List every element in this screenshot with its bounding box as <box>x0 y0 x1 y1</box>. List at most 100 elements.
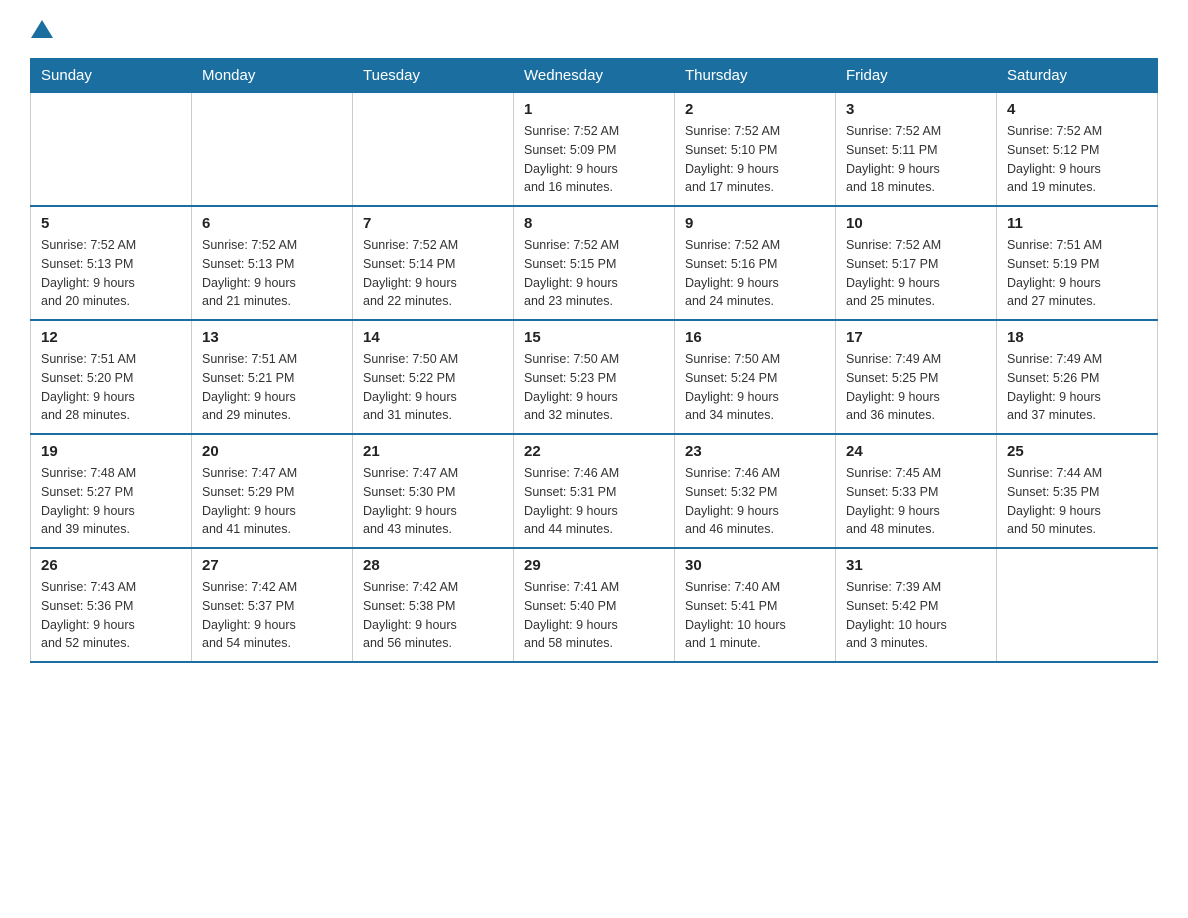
calendar-day-cell: 23 Sunrise: 7:46 AM Sunset: 5:32 PM Dayli… <box>675 434 836 548</box>
calendar-day-cell: 25 Sunrise: 7:44 AM Sunset: 5:35 PM Dayli… <box>997 434 1158 548</box>
day-number: 8 <box>524 215 664 232</box>
day-number: 19 <box>41 443 181 460</box>
day-info: Sunrise: 7:49 AM Sunset: 5:26 PM Dayligh… <box>1007 350 1147 425</box>
calendar-day-header: Tuesday <box>353 59 514 93</box>
day-info: Sunrise: 7:41 AM Sunset: 5:40 PM Dayligh… <box>524 578 664 653</box>
calendar-week-row: 26 Sunrise: 7:43 AM Sunset: 5:36 PM Dayli… <box>31 548 1158 662</box>
calendar-week-row: 1 Sunrise: 7:52 AM Sunset: 5:09 PM Daylig… <box>31 93 1158 207</box>
calendar-day-cell: 26 Sunrise: 7:43 AM Sunset: 5:36 PM Dayli… <box>31 548 192 662</box>
calendar-day-cell <box>31 93 192 207</box>
calendar-day-cell: 29 Sunrise: 7:41 AM Sunset: 5:40 PM Dayli… <box>514 548 675 662</box>
calendar-week-row: 12 Sunrise: 7:51 AM Sunset: 5:20 PM Dayli… <box>31 320 1158 434</box>
calendar-day-cell: 5Sunrise: 7:52 AM Sunset: 5:13 PM Daylig… <box>31 206 192 320</box>
day-number: 1 <box>524 101 664 118</box>
day-number: 14 <box>363 329 503 346</box>
day-info: Sunrise: 7:52 AM Sunset: 5:15 PM Dayligh… <box>524 236 664 311</box>
calendar-day-cell: 12 Sunrise: 7:51 AM Sunset: 5:20 PM Dayli… <box>31 320 192 434</box>
calendar-day-cell: 14 Sunrise: 7:50 AM Sunset: 5:22 PM Dayli… <box>353 320 514 434</box>
calendar-header: SundayMondayTuesdayWednesdayThursdayFrid… <box>31 59 1158 93</box>
calendar-day-cell <box>997 548 1158 662</box>
day-number: 21 <box>363 443 503 460</box>
day-info: Sunrise: 7:52 AM Sunset: 5:16 PM Dayligh… <box>685 236 825 311</box>
day-number: 4 <box>1007 101 1147 118</box>
day-info: Sunrise: 7:39 AM Sunset: 5:42 PM Dayligh… <box>846 578 986 653</box>
logo-triangle-icon <box>31 20 53 38</box>
calendar-day-cell: 30 Sunrise: 7:40 AM Sunset: 5:41 PM Dayli… <box>675 548 836 662</box>
calendar-day-cell: 8 Sunrise: 7:52 AM Sunset: 5:15 PM Daylig… <box>514 206 675 320</box>
calendar-day-cell: 19 Sunrise: 7:48 AM Sunset: 5:27 PM Dayli… <box>31 434 192 548</box>
calendar-day-header: Friday <box>836 59 997 93</box>
calendar-day-cell: 24Sunrise: 7:45 AM Sunset: 5:33 PM Dayli… <box>836 434 997 548</box>
calendar-day-cell: 22 Sunrise: 7:46 AM Sunset: 5:31 PM Dayli… <box>514 434 675 548</box>
day-info: Sunrise: 7:45 AM Sunset: 5:33 PM Dayligh… <box>846 464 986 539</box>
page-header <box>30 20 1158 40</box>
day-number: 23 <box>685 443 825 460</box>
day-number: 25 <box>1007 443 1147 460</box>
day-info: Sunrise: 7:43 AM Sunset: 5:36 PM Dayligh… <box>41 578 181 653</box>
day-number: 29 <box>524 557 664 574</box>
day-number: 22 <box>524 443 664 460</box>
calendar-day-cell: 9 Sunrise: 7:52 AM Sunset: 5:16 PM Daylig… <box>675 206 836 320</box>
calendar-day-cell: 31 Sunrise: 7:39 AM Sunset: 5:42 PM Dayli… <box>836 548 997 662</box>
day-number: 30 <box>685 557 825 574</box>
day-info: Sunrise: 7:50 AM Sunset: 5:22 PM Dayligh… <box>363 350 503 425</box>
day-info: Sunrise: 7:52 AM Sunset: 5:09 PM Dayligh… <box>524 122 664 197</box>
day-number: 26 <box>41 557 181 574</box>
day-number: 2 <box>685 101 825 118</box>
day-info: Sunrise: 7:52 AM Sunset: 5:14 PM Dayligh… <box>363 236 503 311</box>
calendar-day-cell: 18 Sunrise: 7:49 AM Sunset: 5:26 PM Dayli… <box>997 320 1158 434</box>
day-number: 9 <box>685 215 825 232</box>
day-number: 12 <box>41 329 181 346</box>
day-info: Sunrise: 7:52 AM Sunset: 5:11 PM Dayligh… <box>846 122 986 197</box>
day-info: Sunrise: 7:49 AM Sunset: 5:25 PM Dayligh… <box>846 350 986 425</box>
day-info: Sunrise: 7:46 AM Sunset: 5:31 PM Dayligh… <box>524 464 664 539</box>
calendar-day-cell: 10Sunrise: 7:52 AM Sunset: 5:17 PM Dayli… <box>836 206 997 320</box>
day-info: Sunrise: 7:51 AM Sunset: 5:19 PM Dayligh… <box>1007 236 1147 311</box>
day-info: Sunrise: 7:50 AM Sunset: 5:23 PM Dayligh… <box>524 350 664 425</box>
day-info: Sunrise: 7:52 AM Sunset: 5:10 PM Dayligh… <box>685 122 825 197</box>
day-info: Sunrise: 7:46 AM Sunset: 5:32 PM Dayligh… <box>685 464 825 539</box>
day-number: 15 <box>524 329 664 346</box>
calendar-day-cell: 1 Sunrise: 7:52 AM Sunset: 5:09 PM Daylig… <box>514 93 675 207</box>
calendar-day-cell: 17 Sunrise: 7:49 AM Sunset: 5:25 PM Dayli… <box>836 320 997 434</box>
calendar-day-cell: 21 Sunrise: 7:47 AM Sunset: 5:30 PM Dayli… <box>353 434 514 548</box>
calendar-day-cell: 13Sunrise: 7:51 AM Sunset: 5:21 PM Dayli… <box>192 320 353 434</box>
day-number: 3 <box>846 101 986 118</box>
day-info: Sunrise: 7:42 AM Sunset: 5:38 PM Dayligh… <box>363 578 503 653</box>
calendar-day-cell: 27Sunrise: 7:42 AM Sunset: 5:37 PM Dayli… <box>192 548 353 662</box>
day-info: Sunrise: 7:48 AM Sunset: 5:27 PM Dayligh… <box>41 464 181 539</box>
day-number: 17 <box>846 329 986 346</box>
day-number: 10 <box>846 215 986 232</box>
calendar-day-header: Thursday <box>675 59 836 93</box>
logo <box>30 20 53 40</box>
calendar-day-cell: 15 Sunrise: 7:50 AM Sunset: 5:23 PM Dayli… <box>514 320 675 434</box>
day-info: Sunrise: 7:52 AM Sunset: 5:12 PM Dayligh… <box>1007 122 1147 197</box>
calendar-day-cell: 28 Sunrise: 7:42 AM Sunset: 5:38 PM Dayli… <box>353 548 514 662</box>
calendar-header-row: SundayMondayTuesdayWednesdayThursdayFrid… <box>31 59 1158 93</box>
day-info: Sunrise: 7:40 AM Sunset: 5:41 PM Dayligh… <box>685 578 825 653</box>
calendar-day-cell: 3 Sunrise: 7:52 AM Sunset: 5:11 PM Daylig… <box>836 93 997 207</box>
day-number: 27 <box>202 557 342 574</box>
calendar-day-header: Saturday <box>997 59 1158 93</box>
day-number: 18 <box>1007 329 1147 346</box>
calendar-day-cell: 7 Sunrise: 7:52 AM Sunset: 5:14 PM Daylig… <box>353 206 514 320</box>
calendar-body: 1 Sunrise: 7:52 AM Sunset: 5:09 PM Daylig… <box>31 93 1158 663</box>
calendar-day-cell <box>192 93 353 207</box>
day-number: 6 <box>202 215 342 232</box>
day-info: Sunrise: 7:47 AM Sunset: 5:30 PM Dayligh… <box>363 464 503 539</box>
day-number: 11 <box>1007 215 1147 232</box>
calendar-week-row: 19 Sunrise: 7:48 AM Sunset: 5:27 PM Dayli… <box>31 434 1158 548</box>
calendar-day-header: Monday <box>192 59 353 93</box>
day-info: Sunrise: 7:44 AM Sunset: 5:35 PM Dayligh… <box>1007 464 1147 539</box>
day-info: Sunrise: 7:47 AM Sunset: 5:29 PM Dayligh… <box>202 464 342 539</box>
day-info: Sunrise: 7:52 AM Sunset: 5:13 PM Dayligh… <box>41 236 181 311</box>
day-number: 31 <box>846 557 986 574</box>
calendar-day-header: Wednesday <box>514 59 675 93</box>
day-number: 28 <box>363 557 503 574</box>
calendar-day-header: Sunday <box>31 59 192 93</box>
calendar-table: SundayMondayTuesdayWednesdayThursdayFrid… <box>30 58 1158 663</box>
calendar-day-cell: 20Sunrise: 7:47 AM Sunset: 5:29 PM Dayli… <box>192 434 353 548</box>
day-info: Sunrise: 7:51 AM Sunset: 5:20 PM Dayligh… <box>41 350 181 425</box>
day-number: 7 <box>363 215 503 232</box>
calendar-day-cell: 2 Sunrise: 7:52 AM Sunset: 5:10 PM Daylig… <box>675 93 836 207</box>
